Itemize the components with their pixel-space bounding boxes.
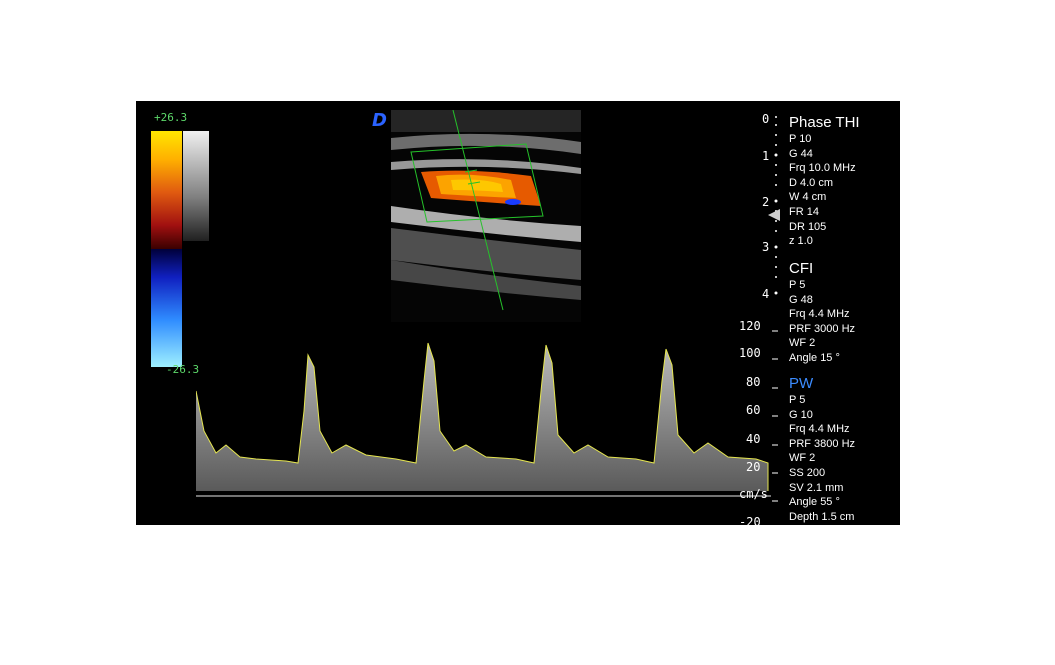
velocity-tick-100: 100 — [739, 346, 761, 360]
grayscale-bar — [183, 131, 209, 241]
param-line: PRF 3000 Hz — [789, 322, 856, 335]
color-velocity-bar — [151, 131, 182, 367]
depth-tick-3: 3 — [762, 240, 770, 254]
param-line: D 4.0 cm — [789, 176, 834, 189]
velocity-tick-40: 40 — [746, 432, 761, 446]
velocity-tick-20: 20 — [746, 460, 761, 474]
param-line: Frq 10.0 MHz — [789, 162, 856, 175]
param-line: P 5 — [789, 279, 806, 291]
param-line: W 4 cm — [789, 191, 827, 204]
param-line: z 1.0 — [789, 235, 813, 248]
param-line: PRF 3800 Hz — [789, 437, 856, 450]
depth-tick-1: 1 — [762, 149, 770, 163]
param-line: DR 105 — [789, 220, 827, 233]
param-line: Angle 15 ° — [789, 351, 840, 364]
colorbar-max-label: +26.3 — [154, 111, 188, 124]
depth-tick-4: 4 — [762, 287, 770, 301]
depth-tick-2: 2 — [762, 195, 770, 209]
cfi-panel: CFI P 5 G 48 Frq 4.4 MHz PRF 3000 Hz WF … — [789, 259, 855, 366]
ultrasound-screen: +26.3 -26.3 D 0 1 2 3 4 120 100 80 60 40… — [136, 101, 900, 525]
bmode-image — [391, 110, 581, 322]
param-line: Frq 4.4 MHz — [789, 308, 850, 321]
param-line: P 5 — [789, 394, 806, 406]
param-line: WF 2 — [789, 452, 816, 465]
param-line: G 48 — [789, 293, 813, 306]
param-line: Depth 1.5 cm — [789, 510, 855, 523]
param-line: G 10 — [789, 408, 813, 421]
param-line: SS 200 — [789, 466, 826, 479]
param-line: WF 2 — [789, 337, 816, 350]
velocity-tick-minus20: -20 — [739, 515, 761, 525]
velocity-tick-80: 80 — [746, 375, 761, 389]
param-line: G 44 — [789, 147, 813, 160]
focus-marker-icon — [768, 209, 780, 221]
doppler-logo: D — [372, 110, 387, 131]
phase-thi-panel: Phase THI P 10 G 44 Frq 10.0 MHz D 4.0 c… — [789, 113, 860, 249]
param-line: SV 2.1 mm — [789, 481, 844, 494]
param-line: Frq 4.4 MHz — [789, 423, 850, 436]
cfi-title: CFI — [789, 260, 814, 277]
pw-title: PW — [789, 375, 814, 392]
velocity-tick-60: 60 — [746, 403, 761, 417]
param-line: P 10 — [789, 133, 812, 145]
spectral-doppler-waveform — [196, 342, 771, 497]
param-line: Angle 55 ° — [789, 496, 840, 509]
pw-panel: PW P 5 G 10 Frq 4.4 MHz PRF 3800 Hz WF 2… — [789, 374, 855, 524]
velocity-tick-120: 120 — [739, 319, 761, 333]
phase-thi-title: Phase THI — [789, 114, 860, 131]
colorbar-min-label: -26.3 — [166, 363, 200, 376]
depth-tick-0: 0 — [762, 112, 770, 126]
velocity-ruler — [772, 330, 778, 502]
velocity-unit: cm/s — [739, 487, 768, 501]
param-line: FR 14 — [789, 205, 819, 218]
